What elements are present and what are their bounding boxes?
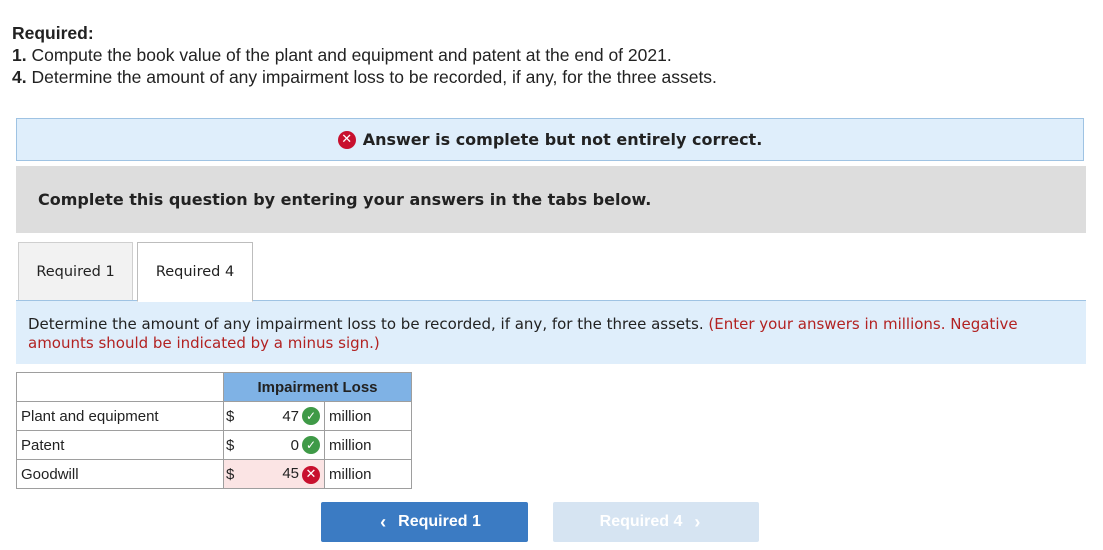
goodwill-loss-input[interactable]: 45 ✕ [240, 459, 325, 489]
table-row: Plant and equipment $ 47 ✓ million [16, 401, 412, 431]
check-circle-icon: ✓ [302, 407, 320, 425]
table-row: Patent $ 0 ✓ million [16, 430, 412, 460]
tabs-instruction: Complete this question by entering your … [16, 166, 1086, 233]
unit-label: million [324, 430, 412, 460]
required-item-4: 4. Determine the amount of any impairmen… [12, 66, 717, 88]
row-label-plant-equipment: Plant and equipment [16, 401, 224, 431]
unit-label: million [324, 459, 412, 489]
question-prompt: Determine the amount of any impairment l… [16, 301, 1086, 364]
required-item-4-text: Determine the amount of any impairment l… [31, 67, 717, 87]
tab-required-1[interactable]: Required 1 [18, 242, 133, 301]
required-item-1: 1. Compute the book value of the plant a… [12, 44, 717, 66]
patent-loss-input[interactable]: 0 ✓ [240, 430, 325, 460]
answer-status-banner: ✕ Answer is complete but not entirely co… [16, 118, 1084, 161]
answer-status-text: Answer is complete but not entirely corr… [362, 130, 763, 149]
required-item-1-text: Compute the book value of the plant and … [31, 45, 672, 65]
unit-label: million [324, 401, 412, 431]
plant-equipment-loss-value: 47 [282, 407, 299, 425]
tab-required-4[interactable]: Required 4 [137, 242, 253, 302]
tab-required-4-label: Required 4 [155, 264, 235, 280]
next-required-4-button[interactable]: Required 4 › [553, 502, 759, 542]
table-row: Goodwill $ 45 ✕ million [16, 459, 412, 489]
next-button-label: Required 4 [599, 513, 683, 530]
tab-required-1-label: Required 1 [36, 264, 115, 280]
check-circle-icon: ✓ [302, 436, 320, 454]
row-label-patent: Patent [16, 430, 224, 460]
required-heading: Required: [12, 23, 94, 43]
impairment-loss-table: Impairment Loss Plant and equipment $ 47… [16, 372, 412, 489]
currency-symbol: $ [223, 430, 240, 460]
currency-symbol: $ [223, 401, 240, 431]
table-header-impairment-loss: Impairment Loss [223, 372, 412, 402]
x-circle-icon: ✕ [337, 130, 356, 149]
patent-loss-value: 0 [290, 436, 299, 454]
table-header-row: Impairment Loss [16, 372, 412, 402]
row-label-goodwill: Goodwill [16, 459, 224, 489]
requirements: Required: 1. Compute the book value of t… [12, 22, 717, 88]
plant-equipment-loss-input[interactable]: 47 ✓ [240, 401, 325, 431]
currency-symbol: $ [223, 459, 240, 489]
question-text: Determine the amount of any impairment l… [28, 315, 704, 333]
table-header-blank [16, 372, 224, 402]
chevron-left-icon: ‹ [380, 511, 387, 532]
required-item-4-number: 4. [12, 67, 27, 87]
required-item-1-number: 1. [12, 45, 27, 65]
chevron-right-icon: › [694, 511, 701, 532]
goodwill-loss-value: 45 [282, 465, 299, 483]
x-circle-icon: ✕ [302, 465, 320, 484]
tabs-instruction-text: Complete this question by entering your … [38, 190, 652, 209]
prev-required-1-button[interactable]: ‹ Required 1 [321, 502, 528, 542]
prev-button-label: Required 1 [398, 513, 481, 530]
